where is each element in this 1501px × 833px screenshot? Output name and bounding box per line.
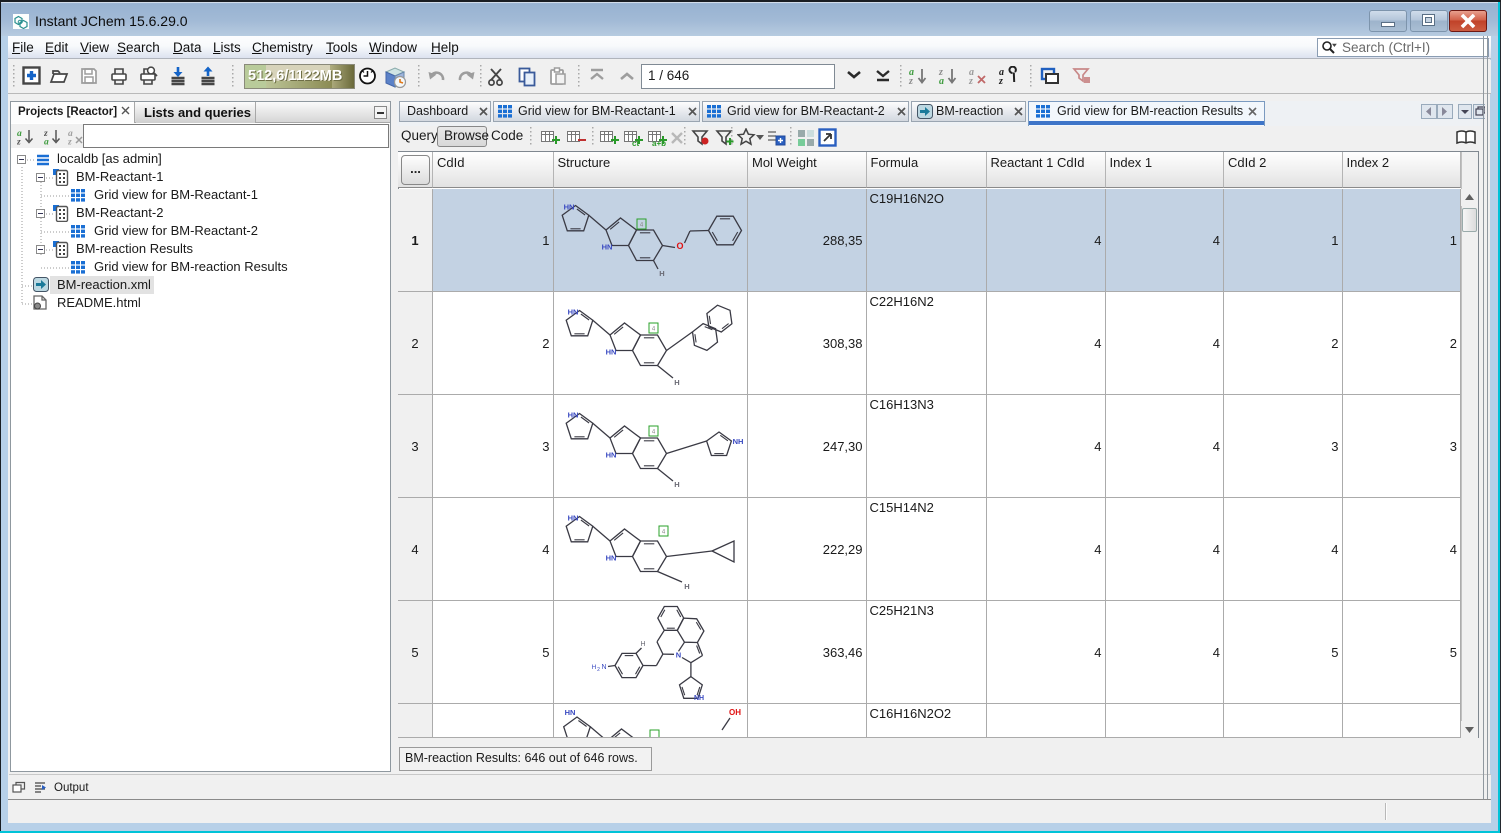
svg-text:H: H	[591, 664, 596, 671]
svg-text:a+b: a+b	[652, 139, 666, 147]
svg-text:HN: HN	[567, 308, 578, 317]
svg-text:2: 2	[597, 667, 600, 673]
svg-text:HN: HN	[601, 243, 612, 252]
svg-text:4: 4	[639, 223, 643, 229]
svg-text:z: z	[908, 76, 913, 86]
svg-text:O: O	[676, 241, 683, 251]
svg-text:HN: HN	[564, 708, 575, 717]
svg-text:4: 4	[651, 430, 655, 436]
svg-text:H: H	[640, 641, 645, 648]
svg-text:ct: ct	[632, 139, 639, 147]
svg-text:H: H	[684, 582, 689, 591]
svg-text:HN: HN	[563, 203, 574, 212]
svg-text:NH: NH	[693, 695, 703, 702]
svg-text:N: N	[675, 651, 680, 660]
svg-text:z: z	[68, 138, 72, 148]
svg-text:a: a	[939, 76, 944, 86]
svg-text:z: z	[968, 76, 973, 86]
svg-text:NH: NH	[732, 437, 743, 446]
svg-text:HN: HN	[567, 411, 578, 420]
svg-text:HN: HN	[605, 348, 616, 357]
svg-text:z: z	[17, 138, 21, 148]
svg-text:4: 4	[651, 327, 655, 333]
svg-text:4: 4	[661, 530, 665, 536]
svg-text:z: z	[998, 76, 1003, 86]
svg-text:OH: OH	[729, 708, 741, 717]
svg-text:N: N	[601, 664, 606, 671]
svg-text:HN: HN	[567, 514, 578, 523]
svg-text:HN: HN	[605, 451, 616, 460]
svg-text:H: H	[659, 269, 664, 278]
svg-text:a: a	[44, 138, 49, 148]
svg-text:H: H	[674, 480, 679, 489]
svg-text:H: H	[674, 378, 679, 387]
svg-text:HN: HN	[605, 554, 616, 563]
